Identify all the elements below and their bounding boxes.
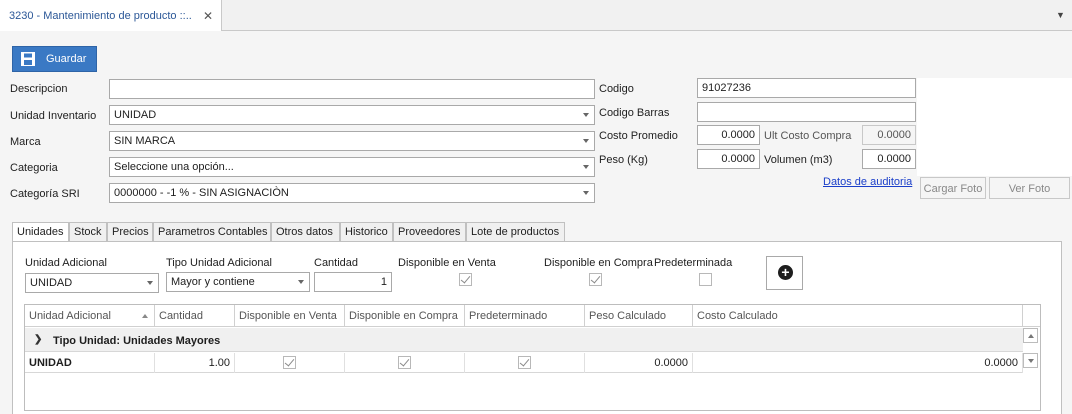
tab-precios[interactable]: Precios	[107, 222, 153, 242]
tab-otros-datos[interactable]: Otros datos	[271, 222, 340, 242]
dropdown-arrow-icon[interactable]	[583, 139, 589, 143]
column-header-costo-calculado[interactable]: Costo Calculado	[693, 305, 1023, 327]
document-tab[interactable]: 3230 - Mantenimiento de producto ::..	[0, 0, 222, 32]
tab-stock[interactable]: Stock	[69, 222, 107, 242]
tab-lote-productos[interactable]: Lote de productos	[466, 222, 565, 242]
column-header-label: Unidad Adicional	[29, 310, 111, 322]
dropdown-arrow-icon[interactable]	[583, 191, 589, 195]
grid-scrollbar[interactable]	[1023, 328, 1040, 410]
tab-parametros-contables[interactable]: Parametros Contables	[153, 222, 271, 242]
marca-select[interactable]: SIN MARCA	[109, 131, 595, 151]
tipo-unidad-select[interactable]: Mayor y contiene	[166, 272, 310, 292]
unidad-adicional-value: UNIDAD	[30, 277, 73, 289]
descripcion-label: Descripcion	[10, 83, 68, 95]
cell-costo: 0.0000	[693, 353, 1023, 373]
volumen-label: Volumen (m3)	[764, 154, 833, 166]
table-row[interactable]: UNIDAD 1.00 0.0000 0.0000	[25, 353, 1023, 373]
tab-proveedores[interactable]: Proveedores	[393, 222, 466, 242]
tab-unidades[interactable]: Unidades	[12, 222, 69, 243]
tab-historico[interactable]: Historico	[340, 222, 393, 242]
cantidad-field[interactable]: 1	[314, 272, 392, 292]
column-header-disponible-compra[interactable]: Disponible en Compra	[345, 305, 465, 327]
cell-cantidad: 1.00	[155, 353, 235, 373]
unidad-inventario-value: UNIDAD	[114, 109, 157, 121]
photo-panel	[917, 78, 1072, 176]
marca-label: Marca	[10, 136, 41, 148]
costo-promedio-field[interactable]: 0.0000	[697, 125, 760, 145]
tipo-unidad-value: Mayor y contiene	[171, 276, 255, 288]
row-compra-checkbox[interactable]	[398, 356, 411, 369]
unidad-inventario-select[interactable]: UNIDAD	[109, 105, 595, 125]
codigo-label: Codigo	[599, 83, 634, 95]
save-button[interactable]: Guardar	[12, 46, 97, 72]
dropdown-arrow-icon[interactable]	[583, 165, 589, 169]
disponible-compra-label: Disponible en Compra	[544, 257, 653, 269]
unidades-grid: Unidad Adicional Cantidad Disponible en …	[24, 304, 1041, 411]
scroll-up-icon[interactable]	[1023, 328, 1038, 343]
close-icon[interactable]: ✕	[202, 10, 214, 22]
ult-costo-field: 0.0000	[862, 125, 916, 145]
grid-header: Unidad Adicional Cantidad Disponible en …	[25, 305, 1040, 327]
dropdown-arrow-icon[interactable]	[298, 280, 304, 284]
unidad-adicional-select[interactable]: UNIDAD	[25, 273, 159, 293]
chevron-down-icon[interactable]: ❯	[34, 334, 42, 345]
categoria-label: Categoria	[10, 162, 58, 174]
cell-predeterminado	[465, 353, 585, 373]
cargar-foto-button[interactable]: Cargar Foto	[920, 177, 986, 199]
predeterminada-label: Predeterminada	[654, 257, 733, 269]
ver-foto-button[interactable]: Ver Foto	[989, 177, 1070, 199]
scroll-down-icon[interactable]	[1023, 353, 1038, 368]
cell-peso: 0.0000	[585, 353, 693, 373]
group-label: Tipo Unidad: Unidades Mayores	[53, 335, 221, 347]
save-button-label: Guardar	[46, 53, 87, 65]
codigo-barras-label: Codigo Barras	[599, 107, 670, 119]
volumen-field[interactable]: 0.0000	[862, 149, 916, 169]
tipo-unidad-label: Tipo Unidad Adicional	[166, 257, 272, 269]
plus-circle-icon: +	[778, 265, 793, 280]
column-header-cantidad[interactable]: Cantidad	[155, 305, 235, 327]
cell-unidad: UNIDAD	[25, 353, 155, 373]
column-header-peso-calculado[interactable]: Peso Calculado	[585, 305, 693, 327]
dropdown-arrow-icon[interactable]	[583, 113, 589, 117]
add-unit-button[interactable]: +	[766, 256, 803, 290]
disponible-compra-checkbox[interactable]	[589, 273, 602, 286]
sort-asc-icon	[142, 314, 148, 318]
predeterminada-checkbox[interactable]	[699, 273, 712, 286]
categoria-select[interactable]: Seleccione una opción...	[109, 157, 595, 177]
disponible-venta-label: Disponible en Venta	[398, 257, 496, 269]
marca-value: SIN MARCA	[114, 135, 176, 147]
unidad-adicional-label: Unidad Adicional	[25, 257, 107, 269]
datos-auditoria-link[interactable]: Datos de auditoria	[823, 176, 912, 188]
cell-venta	[235, 353, 345, 373]
cantidad-label: Cantidad	[314, 257, 359, 269]
cell-compra	[345, 353, 465, 373]
document-tab-title: 3230 - Mantenimiento de producto ::..	[9, 10, 192, 22]
codigo-barras-field[interactable]	[697, 102, 916, 122]
chevron-down-icon[interactable]: ▼	[1056, 10, 1068, 22]
group-row[interactable]: ❯ Tipo Unidad: Unidades Mayores	[25, 328, 1023, 352]
codigo-field[interactable]: 91027236	[697, 78, 916, 98]
costo-promedio-label: Costo Promedio	[599, 130, 678, 142]
categoria-value: Seleccione una opción...	[114, 161, 234, 173]
ult-costo-label: Ult Costo Compra	[764, 130, 852, 142]
dropdown-arrow-icon[interactable]	[147, 281, 153, 285]
row-predeterminado-checkbox[interactable]	[518, 356, 531, 369]
column-header-predeterminado[interactable]: Predeterminado	[465, 305, 585, 327]
categoria-sri-label: Categoría SRI	[10, 188, 80, 200]
peso-label: Peso (Kg)	[599, 154, 648, 166]
categoria-sri-value: 0000000 - -1 % - SIN ASIGNACIÒN	[114, 187, 289, 199]
row-venta-checkbox[interactable]	[283, 356, 296, 369]
categoria-sri-select[interactable]: 0000000 - -1 % - SIN ASIGNACIÒN	[109, 183, 595, 203]
floppy-disk-icon	[21, 52, 35, 66]
unidad-inventario-label: Unidad Inventario	[10, 110, 97, 122]
descripcion-field[interactable]	[109, 79, 595, 99]
disponible-venta-checkbox[interactable]	[459, 273, 472, 286]
column-header-unidad-adicional[interactable]: Unidad Adicional	[25, 305, 155, 327]
column-header-disponible-venta[interactable]: Disponible en Venta	[235, 305, 345, 327]
peso-field[interactable]: 0.0000	[697, 149, 760, 169]
